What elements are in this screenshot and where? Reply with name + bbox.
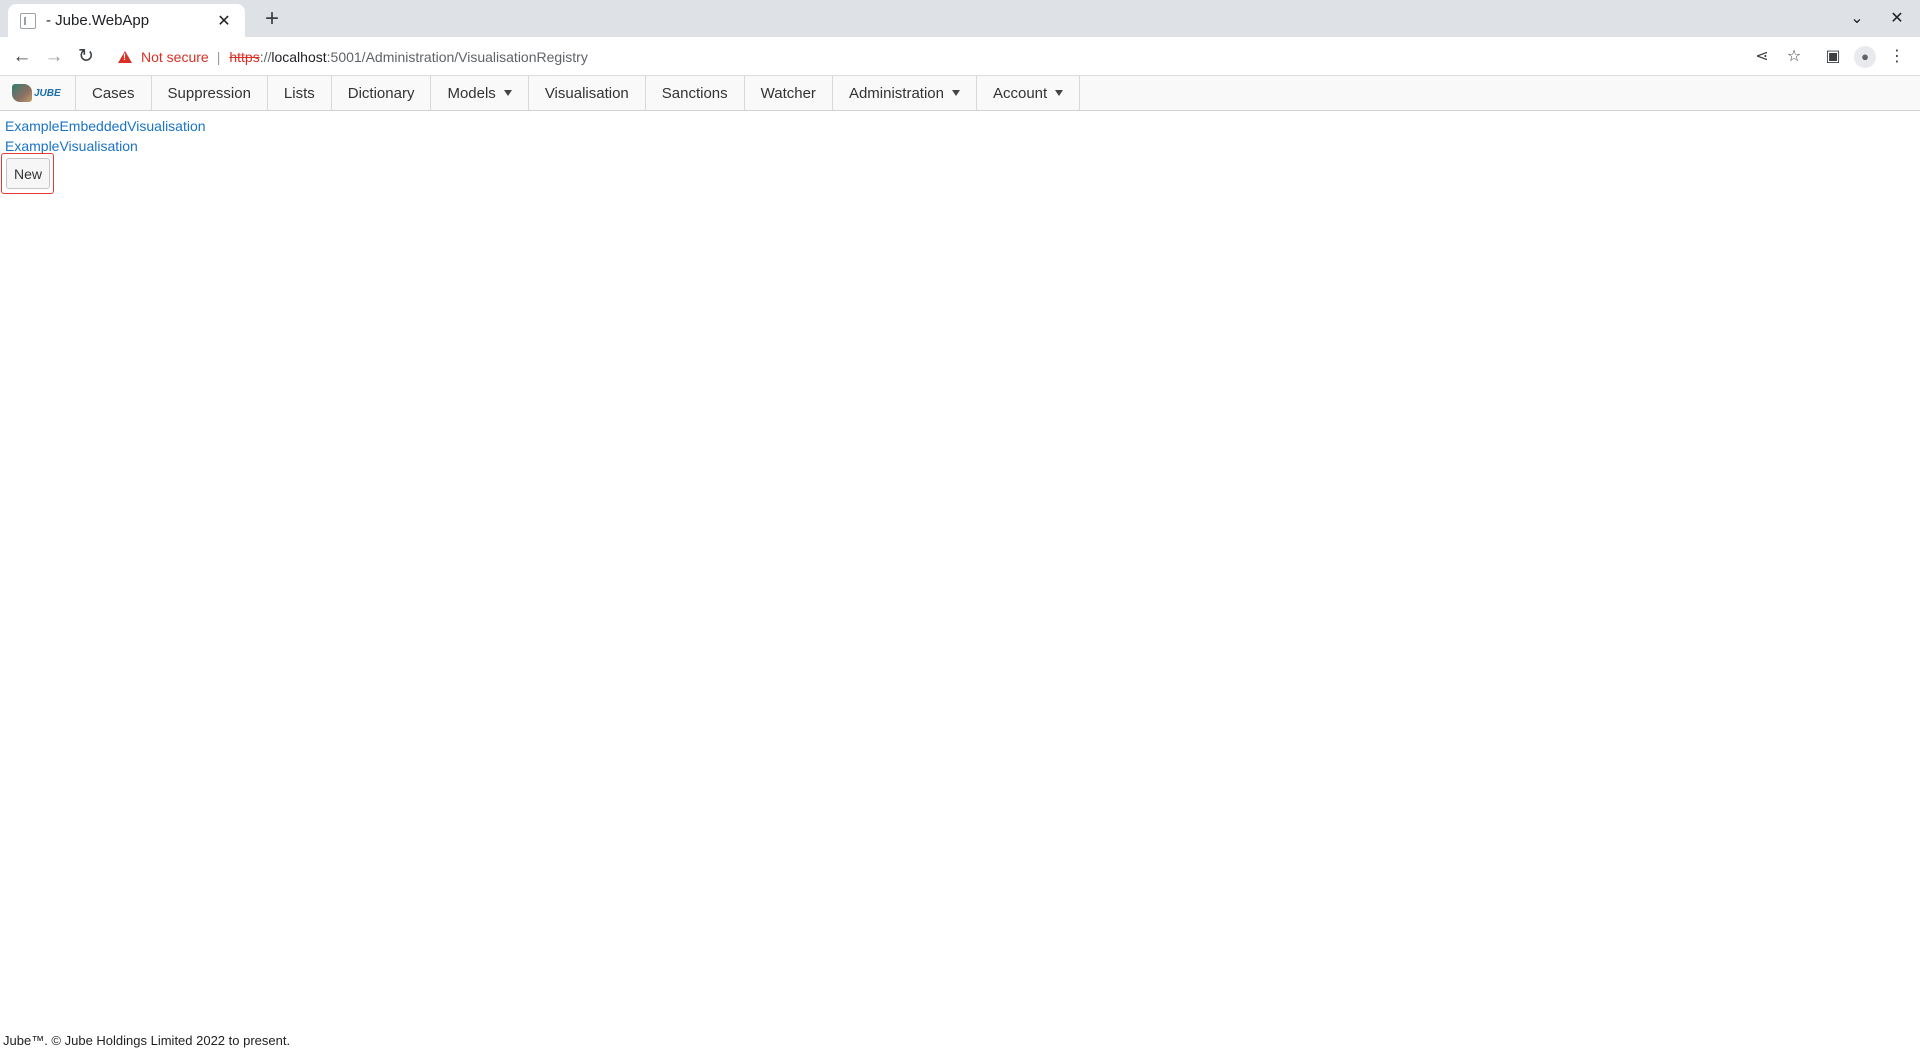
window-close-button[interactable]: ✕ [1883, 6, 1911, 32]
nav-label: Models [447, 84, 496, 102]
nav-item-visualisation[interactable]: Visualisation [529, 76, 646, 110]
app-navbar: JUBE Cases Suppression Lists Dictionary … [0, 76, 1920, 111]
side-panel-icon[interactable]: ▣ [1822, 46, 1844, 68]
bookmark-star-icon[interactable]: ☆ [1783, 46, 1805, 68]
nav-item-cases[interactable]: Cases [76, 76, 152, 110]
reload-icon[interactable]: ↻ [72, 43, 100, 71]
dropdown-caret-icon [1055, 90, 1064, 96]
security-label[interactable]: Not secure [141, 49, 209, 65]
nav-item-sanctions[interactable]: Sanctions [646, 76, 745, 110]
nav-label: Suppression [167, 84, 251, 102]
tab-search-chevron-icon[interactable]: ⌄ [1843, 6, 1871, 32]
nav-label: Dictionary [347, 84, 415, 102]
browser-toolbar: ← → ↻ Not secure | https://localhost:500… [0, 37, 1920, 76]
nav-label: Cases [92, 84, 135, 102]
page-footer: Jube™. © Jube Holdings Limited 2022 to p… [3, 1033, 291, 1048]
address-bar[interactable]: Not secure | https://localhost:5001/Admi… [110, 41, 1770, 72]
new-tab-button[interactable]: + [258, 6, 286, 34]
nav-item-suppression[interactable]: Suppression [152, 76, 268, 110]
new-button[interactable]: New [6, 158, 50, 189]
nav-item-lists[interactable]: Lists [268, 76, 332, 110]
nav-item-watcher[interactable]: Watcher [745, 76, 833, 110]
nav-label: Lists [283, 84, 315, 102]
logo-mark-icon [12, 84, 32, 102]
nav-label: Sanctions [661, 84, 728, 102]
visualisation-registry-list: ExampleEmbeddedVisualisation ExampleVisu… [5, 116, 206, 156]
warning-icon [118, 50, 132, 63]
url-separator: :// [259, 48, 272, 65]
dropdown-caret-icon [503, 90, 512, 96]
tab-title: - Jube.WebApp [46, 12, 150, 29]
nav-item-dictionary[interactable]: Dictionary [332, 76, 432, 110]
jube-logo[interactable]: JUBE [0, 76, 76, 110]
url-scheme: https [229, 48, 260, 65]
nav-item-account[interactable]: Account [977, 76, 1081, 110]
nav-label: Watcher [760, 84, 816, 102]
browser-tab[interactable]: - Jube.WebApp ✕ [8, 4, 245, 37]
registry-link-example-embedded-visualisation[interactable]: ExampleEmbeddedVisualisation [5, 116, 206, 136]
share-icon[interactable]: ⋖ [1751, 46, 1773, 68]
new-button-highlight: New [1, 153, 54, 194]
forward-arrow-icon[interactable]: → [40, 43, 68, 71]
page-favicon-icon [20, 12, 36, 29]
nav-label: Administration [848, 84, 944, 102]
dropdown-caret-icon [951, 90, 960, 96]
logo-text: JUBE [34, 87, 61, 99]
back-arrow-icon[interactable]: ← [8, 43, 36, 71]
browser-menu-icon[interactable]: ⋮ [1886, 46, 1908, 68]
nav-label: Visualisation [544, 84, 629, 102]
nav-label: Account [992, 84, 1048, 102]
nav-item-administration[interactable]: Administration [833, 76, 977, 110]
url-host: localhost [271, 48, 327, 65]
address-divider: | [216, 48, 221, 65]
tab-close-icon[interactable]: ✕ [215, 11, 233, 31]
nav-item-models[interactable]: Models [431, 76, 529, 110]
browser-tab-strip: - Jube.WebApp ✕ + ⌄ ✕ [0, 0, 1920, 37]
url-path: :5001/Administration/VisualisationRegist… [326, 48, 588, 65]
profile-avatar-icon[interactable]: ● [1854, 46, 1876, 68]
